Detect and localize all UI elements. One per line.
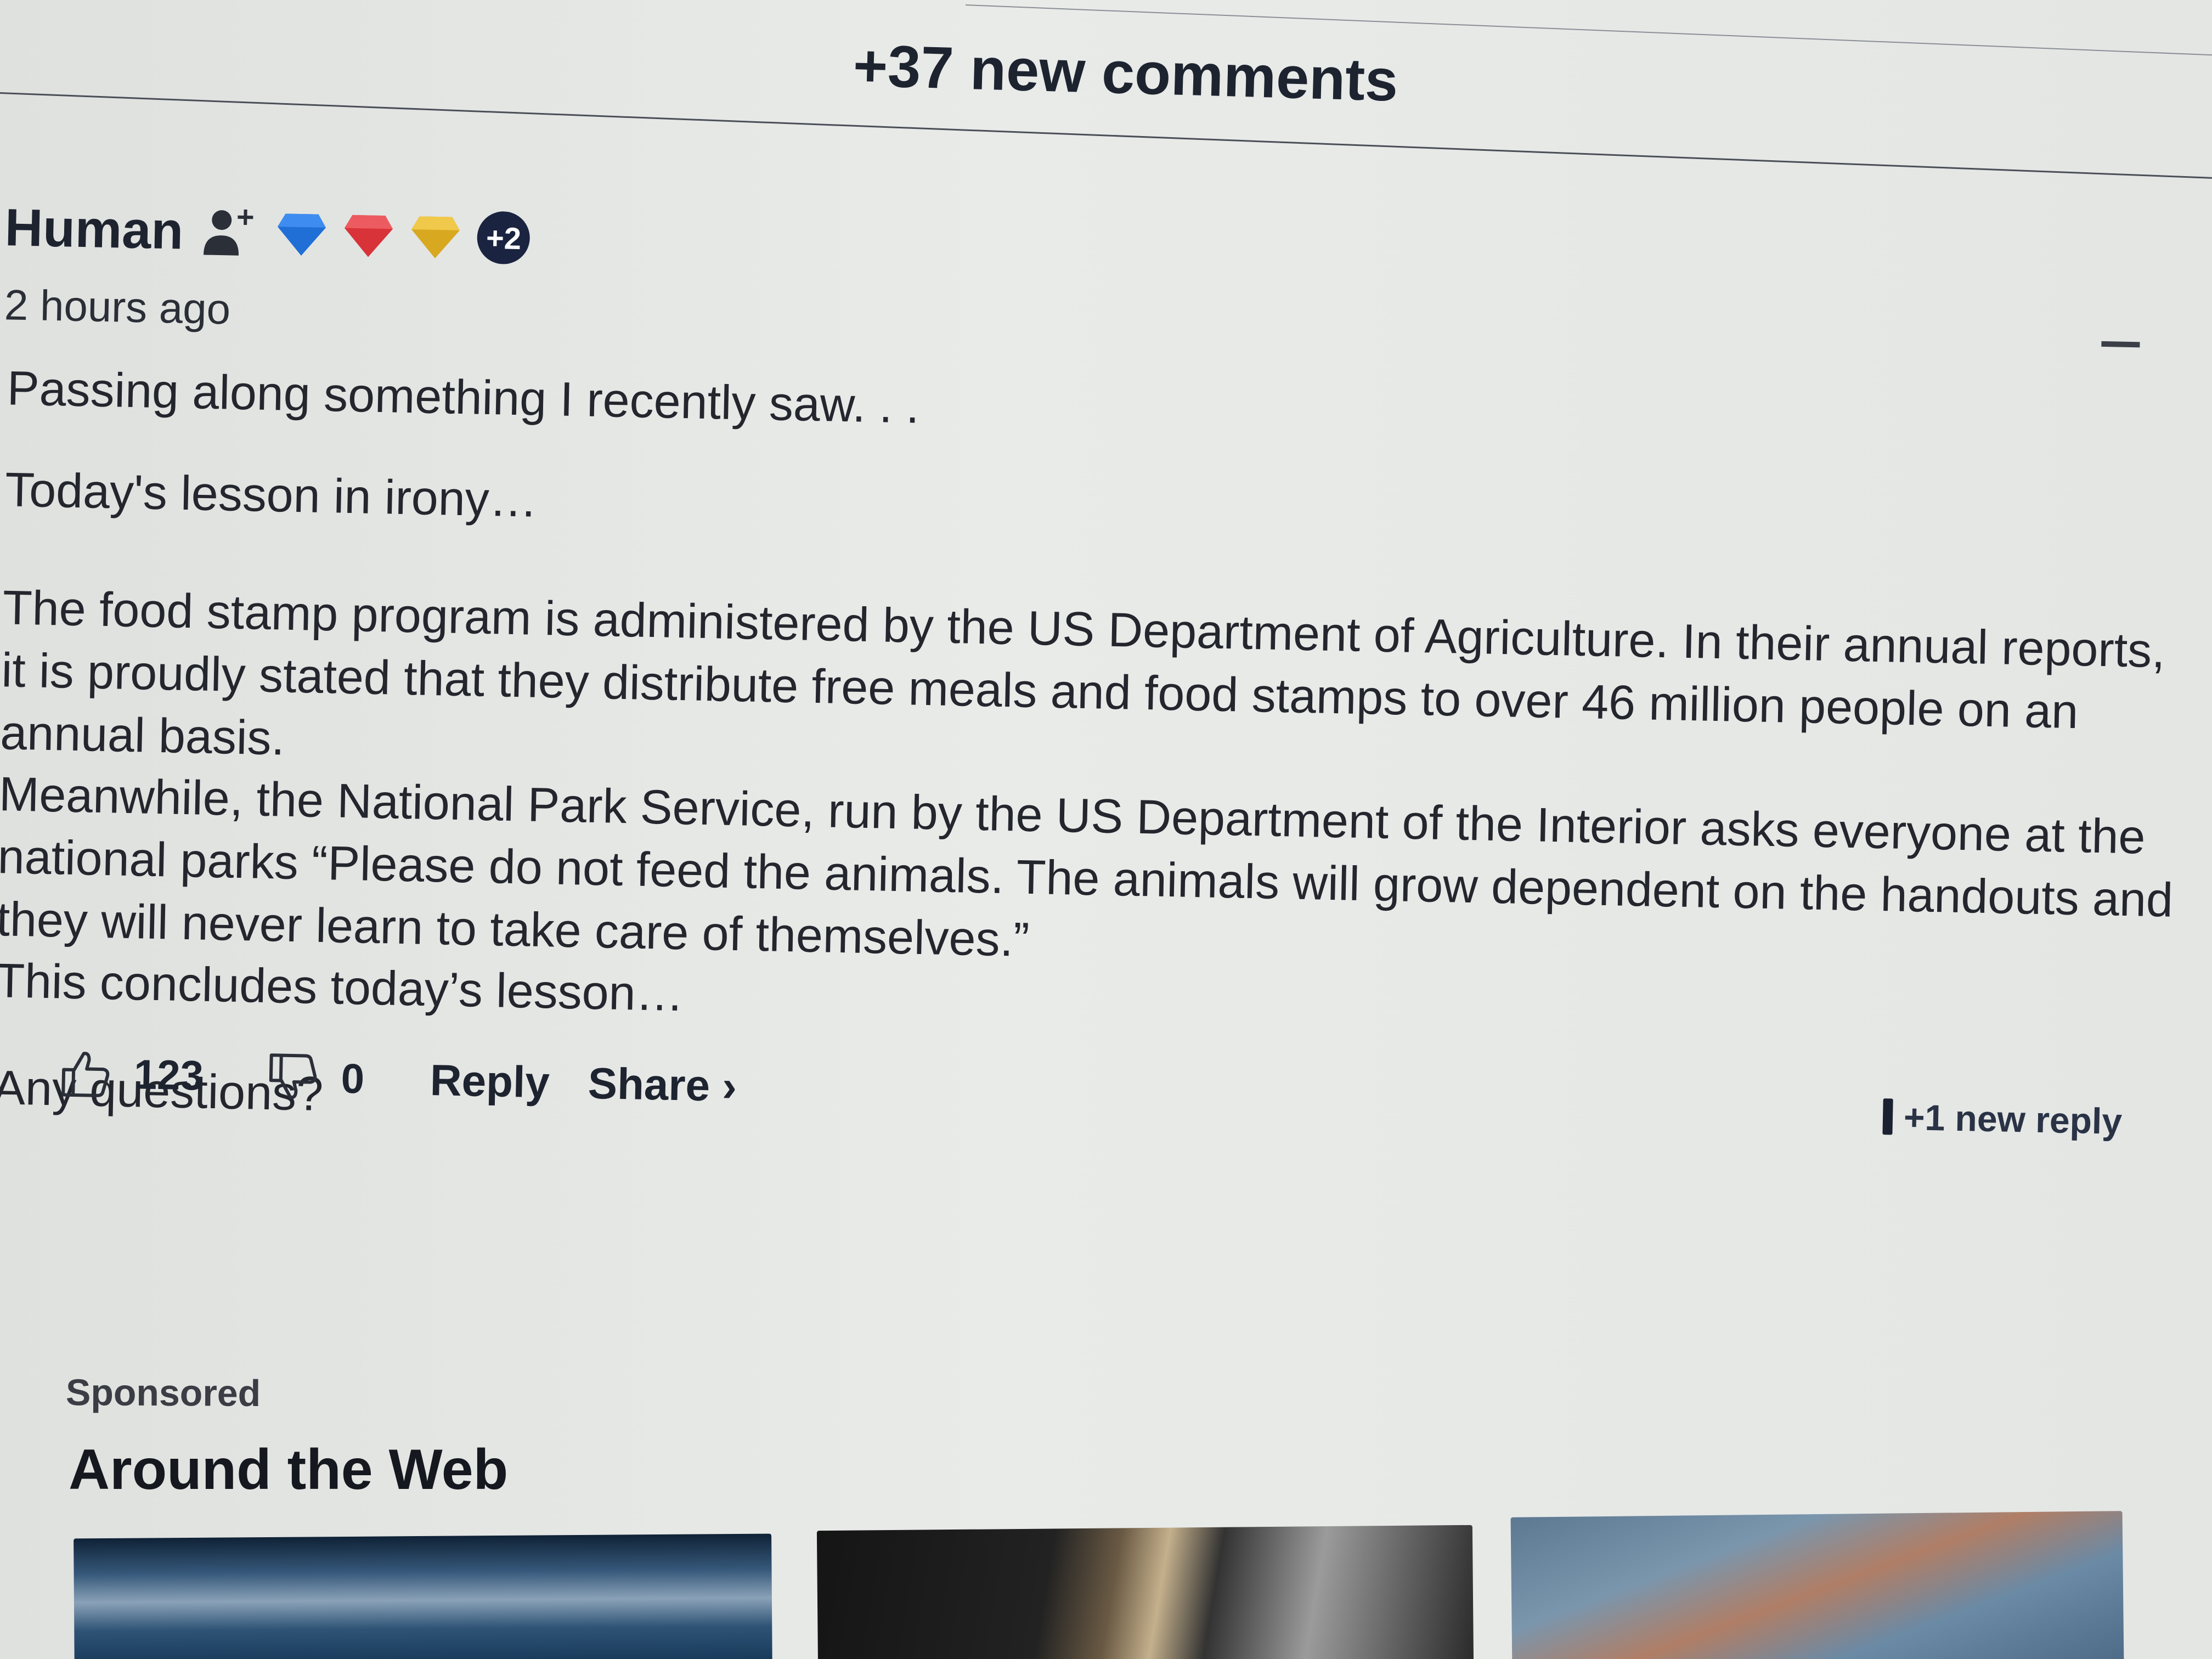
comment-header: Human +2 (4, 198, 531, 268)
comment-paragraph: This concludes today’s lesson… (0, 953, 685, 1022)
sponsored-label: Sponsored (65, 1372, 261, 1414)
comment-body: Passing along something I recently saw. … (0, 357, 2191, 1121)
sponsored-thumbnail[interactable] (816, 1525, 1474, 1659)
follow-user-icon[interactable] (199, 204, 261, 260)
like-count: 123 (133, 1051, 204, 1099)
sponsored-title: Around the Web (69, 1438, 509, 1502)
gold-diamond-icon (410, 213, 461, 260)
new-reply-label: +1 new reply (1903, 1096, 2123, 1142)
page: +37 new comments Human +2 2 hours ago Pa… (0, 0, 2212, 1659)
sponsored-thumbnail[interactable] (74, 1533, 772, 1659)
red-diamond-icon (343, 212, 394, 259)
new-comments-button[interactable]: +37 new comments (852, 31, 1399, 115)
new-reply-button[interactable]: +1 new reply (1882, 1096, 2123, 1142)
more-badges-count[interactable]: +2 (477, 211, 531, 265)
comment: Human +2 2 hours ago Passing along somet… (0, 198, 2211, 1142)
sponsored-thumbnail[interactable] (1510, 1511, 2124, 1659)
thumbs-down-icon[interactable] (266, 1051, 320, 1104)
comment-author[interactable]: Human (4, 198, 184, 262)
share-button[interactable]: Share › (588, 1058, 737, 1111)
blue-diamond-icon (276, 210, 328, 257)
comment-timestamp: 2 hours ago (4, 280, 231, 334)
new-reply-indicator (1882, 1098, 1893, 1135)
thumbs-up-icon[interactable] (59, 1046, 112, 1100)
reply-button[interactable]: Reply (430, 1055, 550, 1108)
dislike-count: 0 (340, 1055, 365, 1103)
collapse-icon[interactable] (2101, 341, 2140, 348)
comment-paragraph: Today's lesson in irony… (4, 462, 538, 527)
comment-paragraph: Passing along something I recently saw. … (7, 360, 920, 433)
